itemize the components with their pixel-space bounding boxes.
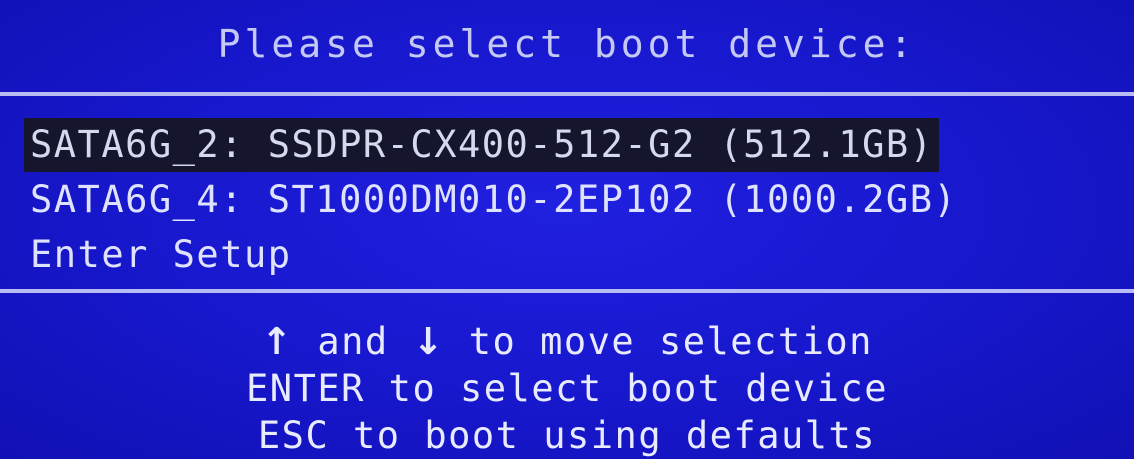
- boot-row-2: SATA6G_4: ST1000DM010-2EP102 (1000.2GB): [24, 173, 1124, 228]
- bottom-divider: [0, 289, 1134, 293]
- help-line-esc: ESC to boot using defaults: [257, 414, 877, 457]
- boot-menu-screen: Please select boot device: SATA6G_2: SSD…: [0, 0, 1134, 459]
- up-arrow-icon: ↑: [261, 320, 294, 363]
- boot-option-enter-setup[interactable]: Enter Setup: [24, 228, 298, 282]
- boot-menu-title: Please select boot device:: [217, 22, 917, 66]
- boot-option-sata6g-2[interactable]: SATA6G_2: SSDPR-CX400-512-G2 (512.1GB): [24, 118, 940, 172]
- help-line-navigation: ↑ and ↓ to move selection: [0, 318, 1134, 365]
- top-divider: [0, 92, 1134, 96]
- boot-row-1: SATA6G_2: SSDPR-CX400-512-G2 (512.1GB): [24, 118, 1124, 173]
- boot-option-sata6g-4[interactable]: SATA6G_4: ST1000DM010-2EP102 (1000.2GB): [24, 173, 963, 227]
- help-and-text: and: [317, 320, 389, 363]
- help-text: ↑ and ↓ to move selection ENTER to selec…: [0, 318, 1134, 459]
- boot-row-3: Enter Setup: [24, 228, 1124, 283]
- boot-device-list: SATA6G_2: SSDPR-CX400-512-G2 (512.1GB) S…: [24, 118, 1124, 283]
- down-arrow-icon: ↓: [412, 320, 445, 363]
- help-move-text: to move selection: [468, 320, 873, 363]
- help-line-enter: ENTER to select boot device: [246, 367, 888, 410]
